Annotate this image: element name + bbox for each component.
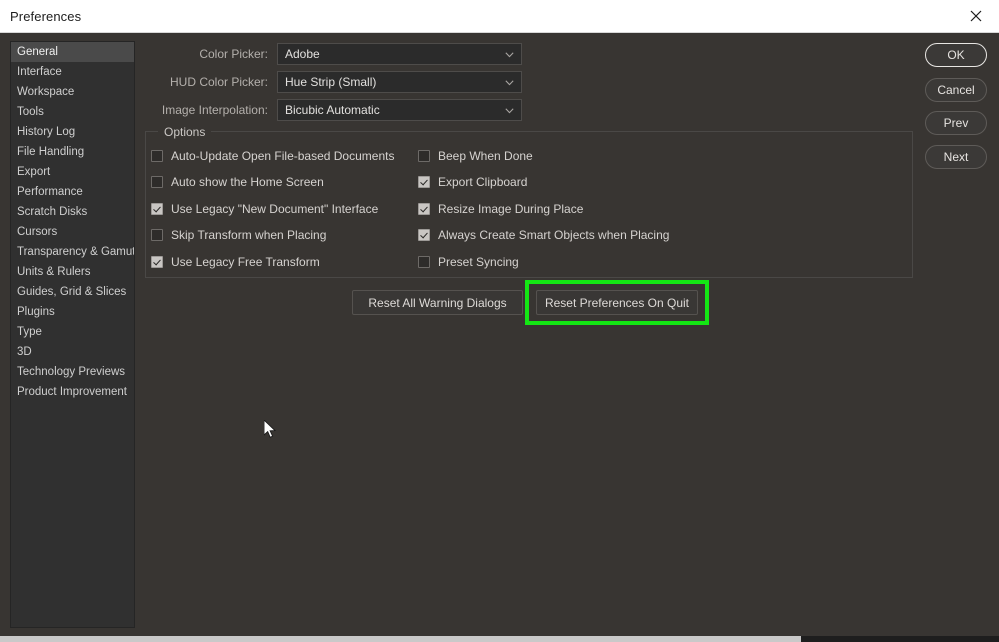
sidebar-item-tools[interactable]: Tools — [11, 102, 134, 122]
checkbox-checked-icon[interactable] — [418, 176, 430, 188]
checkbox-resize-image-during-place[interactable]: Resize Image During Place — [418, 202, 583, 216]
form-row: Image Interpolation: Bicubic Automatic — [148, 99, 522, 121]
field-label: HUD Color Picker: — [169, 75, 268, 89]
sidebar-item-label: Scratch Disks — [17, 206, 88, 218]
sidebar-item-label: General — [17, 46, 58, 58]
prev-button[interactable]: Prev — [925, 111, 987, 135]
ok-button[interactable]: OK — [925, 43, 987, 67]
checkbox-use-legacy-free-transform[interactable]: Use Legacy Free Transform — [151, 255, 320, 269]
sidebar-item-label: Product Improvement — [17, 386, 127, 398]
checkbox-use-legacy-new-document-interface[interactable]: Use Legacy "New Document" Interface — [151, 202, 378, 216]
select-value: Adobe — [285, 47, 320, 61]
sidebar-item-interface[interactable]: Interface — [11, 62, 134, 82]
cancel-button[interactable]: Cancel — [925, 78, 987, 102]
checkbox-label: Resize Image During Place — [438, 202, 584, 216]
select-color-picker[interactable]: Adobe — [277, 43, 522, 65]
field-label: Image Interpolation: — [161, 103, 268, 117]
chevron-down-icon — [505, 45, 514, 63]
checkbox-label: Always Create Smart Objects when Placing — [438, 228, 670, 242]
next-button[interactable]: Next — [925, 145, 987, 169]
sidebar-item-label: Tools — [17, 106, 44, 118]
sidebar-item-units-rulers[interactable]: Units & Rulers — [11, 262, 134, 282]
checkbox-unchecked-icon[interactable] — [418, 150, 430, 162]
checkbox-always-create-smart-objects-when-placing[interactable]: Always Create Smart Objects when Placing — [418, 228, 669, 242]
sidebar-item-label: Transparency & Gamut — [17, 246, 135, 258]
checkbox-label: Auto-Update Open File-based Documents — [171, 149, 395, 163]
checkbox-export-clipboard[interactable]: Export Clipboard — [418, 175, 527, 189]
mouse-pointer-icon — [263, 418, 278, 445]
checkbox-label: Use Legacy Free Transform — [171, 255, 320, 269]
select-value: Bicubic Automatic — [285, 103, 380, 117]
sidebar-item-label: 3D — [17, 346, 32, 358]
sidebar-item-product-improvement[interactable]: Product Improvement — [11, 382, 134, 402]
sidebar-item-guides-grid-slices[interactable]: Guides, Grid & Slices — [11, 282, 134, 302]
checkbox-checked-icon[interactable] — [151, 256, 163, 268]
checkbox-auto-update-open-file-based-documents[interactable]: Auto-Update Open File-based Documents — [151, 149, 394, 163]
sidebar-item-label: Workspace — [17, 86, 75, 98]
sidebar-item-label: History Log — [17, 126, 76, 138]
sidebar-item-label: Guides, Grid & Slices — [17, 286, 127, 298]
chevron-down-icon — [505, 73, 514, 91]
checkbox-auto-show-the-home-screen[interactable]: Auto show the Home Screen — [151, 175, 324, 189]
checkbox-unchecked-icon[interactable] — [151, 176, 163, 188]
checkbox-unchecked-icon[interactable] — [151, 150, 163, 162]
select-value: Hue Strip (Small) — [285, 75, 377, 89]
sidebar-item-label: File Handling — [17, 146, 85, 158]
sidebar-item-type[interactable]: Type — [11, 322, 134, 342]
checkbox-label: Preset Syncing — [438, 255, 519, 269]
select-image-interpolation[interactable]: Bicubic Automatic — [277, 99, 522, 121]
checkbox-label: Export Clipboard — [438, 175, 528, 189]
chevron-down-icon — [505, 101, 514, 119]
sidebar-item-label: Cursors — [17, 226, 58, 238]
checkbox-beep-when-done[interactable]: Beep When Done — [418, 149, 533, 163]
checkbox-label: Skip Transform when Placing — [171, 228, 327, 242]
sidebar-item-export[interactable]: Export — [11, 162, 134, 182]
sidebar-item-transparency-gamut[interactable]: Transparency & Gamut — [11, 242, 134, 262]
title-bar: Preferences — [0, 0, 999, 33]
sidebar-item-label: Plugins — [17, 306, 55, 318]
select-hud-color-picker[interactable]: Hue Strip (Small) — [277, 71, 522, 93]
category-sidebar[interactable]: General Interface Workspace Tools History Lo… — [10, 41, 135, 628]
sidebar-item-label: Units & Rulers — [17, 266, 91, 278]
sidebar-item-workspace[interactable]: Workspace — [11, 82, 134, 102]
sidebar-item-file-handling[interactable]: File Handling — [11, 142, 134, 162]
field-label: Color Picker: — [199, 47, 268, 61]
sidebar-item-performance[interactable]: Performance — [11, 182, 134, 202]
sidebar-item-label: Export — [17, 166, 51, 178]
checkbox-unchecked-icon[interactable] — [418, 256, 430, 268]
sidebar-item-scratch-disks[interactable]: Scratch Disks — [11, 202, 134, 222]
taskbar-strip-dark — [801, 636, 999, 642]
form-row: HUD Color Picker: Hue Strip (Small) — [148, 71, 522, 93]
form-row: Color Picker: Adobe — [148, 43, 522, 65]
sidebar-item-label: Type — [17, 326, 42, 338]
checkbox-preset-syncing[interactable]: Preset Syncing — [418, 255, 519, 269]
checkbox-checked-icon[interactable] — [418, 203, 430, 215]
checkbox-unchecked-icon[interactable] — [151, 229, 163, 241]
sidebar-item-plugins[interactable]: Plugins — [11, 302, 134, 322]
sidebar-item-3d[interactable]: 3D — [11, 342, 134, 362]
checkbox-skip-transform-when-placing[interactable]: Skip Transform when Placing — [151, 228, 326, 242]
sidebar-item-technology-previews[interactable]: Technology Previews — [11, 362, 134, 382]
sidebar-item-history-log[interactable]: History Log — [11, 122, 134, 142]
options-legend: Options — [158, 125, 212, 139]
sidebar-item-cursors[interactable]: Cursors — [11, 222, 134, 242]
window-title: Preferences — [10, 9, 82, 24]
sidebar-item-label: Performance — [17, 186, 83, 198]
checkbox-checked-icon[interactable] — [418, 229, 430, 241]
checkbox-label: Beep When Done — [438, 149, 533, 163]
sidebar-item-general[interactable]: General — [11, 42, 134, 62]
reset-preferences-on-quit-button[interactable]: Reset Preferences On Quit — [536, 290, 698, 315]
checkbox-label: Use Legacy "New Document" Interface — [171, 202, 379, 216]
preferences-dialog: Preferences General Interface Workspace Too… — [0, 0, 999, 642]
reset-all-warning-dialogs-button[interactable]: Reset All Warning Dialogs — [352, 290, 523, 315]
checkbox-label: Auto show the Home Screen — [171, 175, 324, 189]
sidebar-item-label: Technology Previews — [17, 366, 126, 378]
sidebar-item-label: Interface — [17, 66, 62, 78]
checkbox-checked-icon[interactable] — [151, 203, 163, 215]
close-icon[interactable] — [953, 0, 999, 32]
